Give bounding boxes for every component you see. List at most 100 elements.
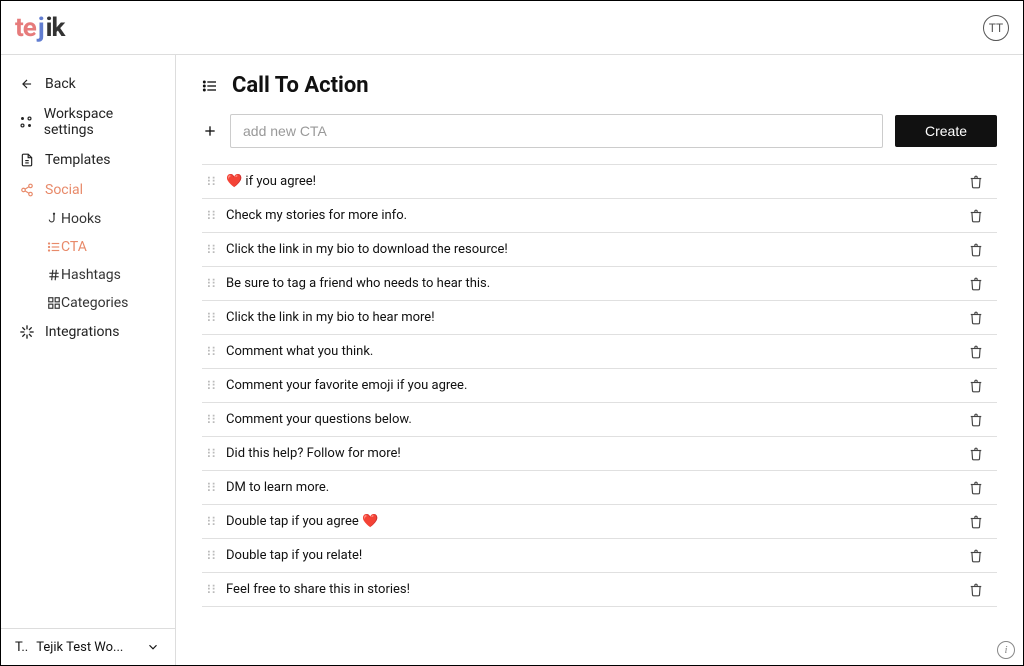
sidebar-item-workspace-settings[interactable]: Workspace settings [1,99,175,145]
delete-icon[interactable] [969,243,993,257]
chevron-down-icon [145,639,161,655]
avatar-initials: TT [989,21,1003,35]
cta-text[interactable]: Double tap if you relate! [220,548,969,563]
delete-icon[interactable] [969,345,993,359]
file-icon [19,152,35,168]
body: Back Workspace settings Templates [1,55,1023,665]
sidebar-subitem-categories[interactable]: Categories [1,289,175,317]
cta-text[interactable]: Comment what you think. [220,344,969,359]
sidebar-subitem-hashtags[interactable]: Hashtags [1,261,175,289]
delete-icon[interactable] [969,311,993,325]
cta-text[interactable]: DM to learn more. [220,480,969,495]
info-icon[interactable]: i [997,641,1015,659]
sidebar-subitem-hooks[interactable]: Hooks [1,205,175,233]
cta-row: ⠇⠇DM to learn more. [202,471,997,505]
cta-text[interactable]: ❤️ if you agree! [220,174,969,189]
cta-text[interactable]: Double tap if you agree ❤️ [220,514,969,529]
app-frame: tejik TT Back Workspace settings [0,0,1024,666]
cta-list: ⠇⠇❤️ if you agree!⠇⠇Check my stories for… [202,164,997,607]
sidebar-item-label: Back [45,76,76,92]
delete-icon[interactable] [969,447,993,461]
drag-handle-icon[interactable]: ⠇⠇ [202,345,220,359]
drag-handle-icon[interactable]: ⠇⠇ [202,379,220,393]
cta-row: ⠇⠇Comment what you think. [202,335,997,369]
cta-row: ⠇⠇Double tap if you agree ❤️ [202,505,997,539]
logo[interactable]: tejik [15,13,64,43]
delete-icon[interactable] [969,277,993,291]
cta-text[interactable]: Be sure to tag a friend who needs to hea… [220,276,969,291]
drag-handle-icon[interactable]: ⠇⠇ [202,243,220,257]
settings-dots-icon [19,114,34,130]
sidebar-subitem-cta[interactable]: CTA [1,233,175,261]
arrow-left-icon [19,76,35,92]
delete-icon[interactable] [969,413,993,427]
sidebar-subitem-label: Hooks [61,211,101,227]
drag-handle-icon[interactable]: ⠇⠇ [202,481,220,495]
cta-text[interactable]: Did this help? Follow for more! [220,446,969,461]
cta-text[interactable]: Check my stories for more info. [220,208,969,223]
cta-row: ⠇⠇Click the link in my bio to download t… [202,233,997,267]
workspace-switcher[interactable]: T.. Tejik Test Wo... [1,628,175,665]
workspace-name: Tejik Test Wo... [28,640,145,655]
delete-icon[interactable] [969,175,993,189]
sidebar-item-label: Social [45,182,83,198]
add-cta-row: Create [202,114,997,148]
list-icon [202,78,218,94]
plus-icon[interactable] [202,123,218,139]
cta-row: ⠇⠇Click the link in my bio to hear more! [202,301,997,335]
delete-icon[interactable] [969,209,993,223]
sidebar-item-templates[interactable]: Templates [1,145,175,175]
delete-icon[interactable] [969,481,993,495]
drag-handle-icon[interactable]: ⠇⠇ [202,277,220,291]
cta-text[interactable]: Comment your questions below. [220,412,969,427]
share-icon [19,182,35,198]
sidebar-item-label: Workspace settings [44,106,157,138]
page-header: Call To Action [202,73,997,98]
delete-icon[interactable] [969,379,993,393]
cta-row: ⠇⠇Comment your questions below. [202,403,997,437]
cta-row: ⠇⠇Check my stories for more info. [202,199,997,233]
create-button[interactable]: Create [895,115,997,147]
topbar: tejik TT [1,1,1023,55]
delete-icon[interactable] [969,515,993,529]
delete-icon[interactable] [969,549,993,563]
sidebar-item-label: Integrations [45,324,119,340]
cta-text[interactable]: Comment your favorite emoji if you agree… [220,378,969,393]
sidebar-subitem-label: Categories [61,295,128,311]
sidebar-subitem-label: CTA [61,239,87,255]
cta-row: ⠇⠇❤️ if you agree! [202,165,997,199]
delete-icon[interactable] [969,583,993,597]
hook-icon [47,212,61,226]
cta-text[interactable]: Click the link in my bio to hear more! [220,310,969,325]
drag-handle-icon[interactable]: ⠇⠇ [202,311,220,325]
drag-handle-icon[interactable]: ⠇⠇ [202,413,220,427]
drag-handle-icon[interactable]: ⠇⠇ [202,549,220,563]
workspace-prefix: T.. [15,640,28,655]
sidebar-item-integrations[interactable]: Integrations [1,317,175,347]
sidebar-item-back[interactable]: Back [1,69,175,99]
sidebar-item-label: Templates [45,152,111,168]
page-title: Call To Action [232,73,369,98]
cta-row: ⠇⠇Did this help? Follow for more! [202,437,997,471]
add-cta-input[interactable] [230,114,883,148]
cta-row: ⠇⠇Be sure to tag a friend who needs to h… [202,267,997,301]
sidebar-list: Back Workspace settings Templates [1,69,175,628]
drag-handle-icon[interactable]: ⠇⠇ [202,515,220,529]
avatar[interactable]: TT [983,15,1009,41]
cta-row: ⠇⠇Double tap if you relate! [202,539,997,573]
cta-text[interactable]: Feel free to share this in stories! [220,582,969,597]
drag-handle-icon[interactable]: ⠇⠇ [202,583,220,597]
integrations-icon [19,324,35,340]
sidebar: Back Workspace settings Templates [1,55,176,665]
main-content: Call To Action Create ⠇⠇❤️ if you agree!… [176,55,1023,665]
grid-icon [47,296,61,310]
cta-text[interactable]: Click the link in my bio to download the… [220,242,969,257]
drag-handle-icon[interactable]: ⠇⠇ [202,209,220,223]
cta-row: ⠇⠇Feel free to share this in stories! [202,573,997,607]
cta-row: ⠇⠇Comment your favorite emoji if you agr… [202,369,997,403]
list-icon [47,240,61,254]
drag-handle-icon[interactable]: ⠇⠇ [202,447,220,461]
sidebar-item-social[interactable]: Social [1,175,175,205]
hashtag-icon [47,268,61,282]
drag-handle-icon[interactable]: ⠇⠇ [202,175,220,189]
